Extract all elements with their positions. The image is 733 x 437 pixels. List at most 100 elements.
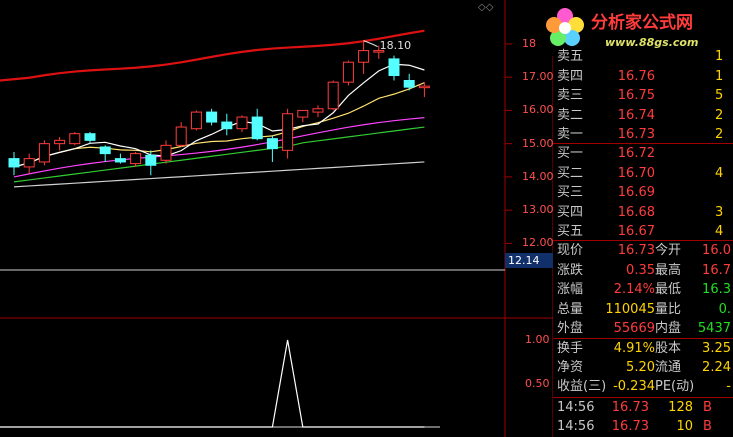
candle-down [114, 158, 126, 163]
price-tick-label: 18 [522, 36, 536, 50]
stat-label: 净资 [557, 360, 584, 375]
candle-up [175, 126, 187, 146]
panel-row: 买一 16.72 [553, 145, 733, 163]
high-annotation: 18.10 [379, 38, 412, 52]
indicator-pane [0, 339, 425, 428]
quote-value: 16.73 [617, 243, 655, 258]
quote-value: 55669 [613, 321, 655, 336]
bid-volume: 3 [715, 204, 724, 220]
panel-row: 涨跌 0.35 最高 16.7 [553, 262, 733, 280]
ask-level-label: 卖四 [557, 68, 584, 84]
ask-price: 16.75 [617, 88, 655, 103]
bid-volume: 4 [715, 165, 724, 181]
candle-down [221, 121, 233, 130]
stat-value: 4.91% [613, 341, 655, 356]
quote-label: 涨跌 [557, 262, 584, 278]
candle-down [206, 111, 218, 123]
stat-value-2: - [726, 379, 731, 394]
panel-row: 卖四 16.76 1 [553, 68, 733, 86]
quote-label: 外盘 [557, 321, 584, 336]
candle-up [236, 116, 248, 130]
quote-value-2: 16.7 [702, 262, 731, 278]
candle-up [190, 111, 202, 130]
ask-volume: 2 [715, 107, 724, 123]
panel-row: 买四 16.68 3 [553, 204, 733, 222]
panel-row: 14:56 16.73 10 B [553, 418, 733, 436]
quote-label: 总量 [557, 301, 584, 317]
panel-row: 卖二 16.74 2 [553, 107, 733, 125]
price-tick-label: 16.00 [522, 103, 554, 117]
bid-price: 16.70 [617, 165, 655, 181]
indicator-tick-label: 1.00 [525, 333, 550, 346]
stat-value-2: 3.25 [702, 341, 731, 356]
panel-row: 买三 16.69 [553, 184, 733, 202]
stat-value: -0.234 [613, 379, 655, 394]
candle-down [8, 158, 20, 168]
candle-up [23, 158, 35, 168]
candle-down [266, 138, 278, 150]
panel-row: 买二 16.70 4 [553, 165, 733, 183]
panel-separator [553, 143, 733, 144]
panel-separator [553, 240, 733, 241]
candle-up [312, 108, 324, 113]
candle-up [160, 144, 172, 161]
quote-value-2: 16.0 [702, 243, 731, 258]
window-controls-icon[interactable]: ◇◇ [478, 2, 493, 13]
tick-side: B [703, 419, 712, 434]
ask-level-label: 卖三 [557, 88, 584, 103]
quote-value: 0.35 [626, 262, 655, 278]
candle-down [388, 58, 400, 77]
tick-side: B [703, 400, 712, 415]
panel-row: 卖五 1 [553, 48, 733, 66]
tick-volume: 10 [676, 419, 693, 434]
indicator-tick-label: 0.50 [525, 376, 550, 390]
bid-price: 16.69 [617, 185, 655, 200]
bid-level-label: 买一 [557, 146, 584, 161]
price-tick-label: 15.00 [522, 136, 554, 150]
price-tick-label: 12.00 [522, 236, 554, 250]
indicator-line [0, 339, 425, 428]
panel-separator [553, 338, 733, 339]
quote-value-2: 16.3 [702, 282, 731, 297]
price-tick-label: 17.00 [522, 70, 554, 84]
quote-value-2: 5437 [697, 321, 731, 336]
panel-row: 卖一 16.73 2 [553, 126, 733, 144]
panel-row: 收益(三) -0.234 PE(动) - [553, 378, 733, 396]
bid-price: 16.68 [617, 204, 655, 220]
candle-up [327, 81, 339, 110]
stat-label: 换手 [557, 341, 584, 356]
bid-level-label: 买四 [557, 204, 584, 220]
bid-price: 16.67 [617, 224, 655, 239]
stat-value: 5.20 [626, 360, 655, 375]
chart-grid [0, 0, 554, 437]
candle-up [342, 61, 354, 83]
ask-price: 16.73 [617, 127, 655, 142]
price-tick-label: 13.00 [522, 203, 554, 217]
bid-level-label: 买五 [557, 224, 584, 239]
panel-row: 外盘 55669 内盘 5437 [553, 320, 733, 338]
bid-level-label: 买三 [557, 185, 584, 200]
candle-up [38, 143, 50, 163]
candle-up [130, 153, 142, 165]
panel-row: 换手 4.91% 股本 3.25 [553, 340, 733, 358]
bid-level-label: 买二 [557, 165, 584, 181]
stat-value-2: 2.24 [702, 360, 731, 375]
ask-price: 16.74 [617, 107, 655, 123]
logo-title: 分析家公式网 [591, 13, 693, 33]
panel-row: 卖三 16.75 5 [553, 87, 733, 105]
ask-volume: 1 [715, 68, 724, 84]
candle-down [403, 80, 415, 88]
quote-value: 110045 [605, 301, 655, 317]
ask-volume: 2 [715, 127, 724, 142]
candle-down [145, 154, 157, 166]
quote-value-2: 0. [718, 301, 731, 317]
panel-row: 净资 5.20 流通 2.24 [553, 359, 733, 377]
panel-row: 涨幅 2.14% 最低 16.3 [553, 281, 733, 299]
tick-volume: 128 [668, 400, 693, 415]
high-marker-line [363, 40, 378, 48]
candle-up [282, 113, 294, 151]
panel-row: 买五 16.67 4 [553, 223, 733, 241]
panel-separator [553, 397, 733, 398]
price-flag: 12.14 [505, 253, 553, 268]
panel-row: 总量 110045 量比 0. [553, 301, 733, 319]
